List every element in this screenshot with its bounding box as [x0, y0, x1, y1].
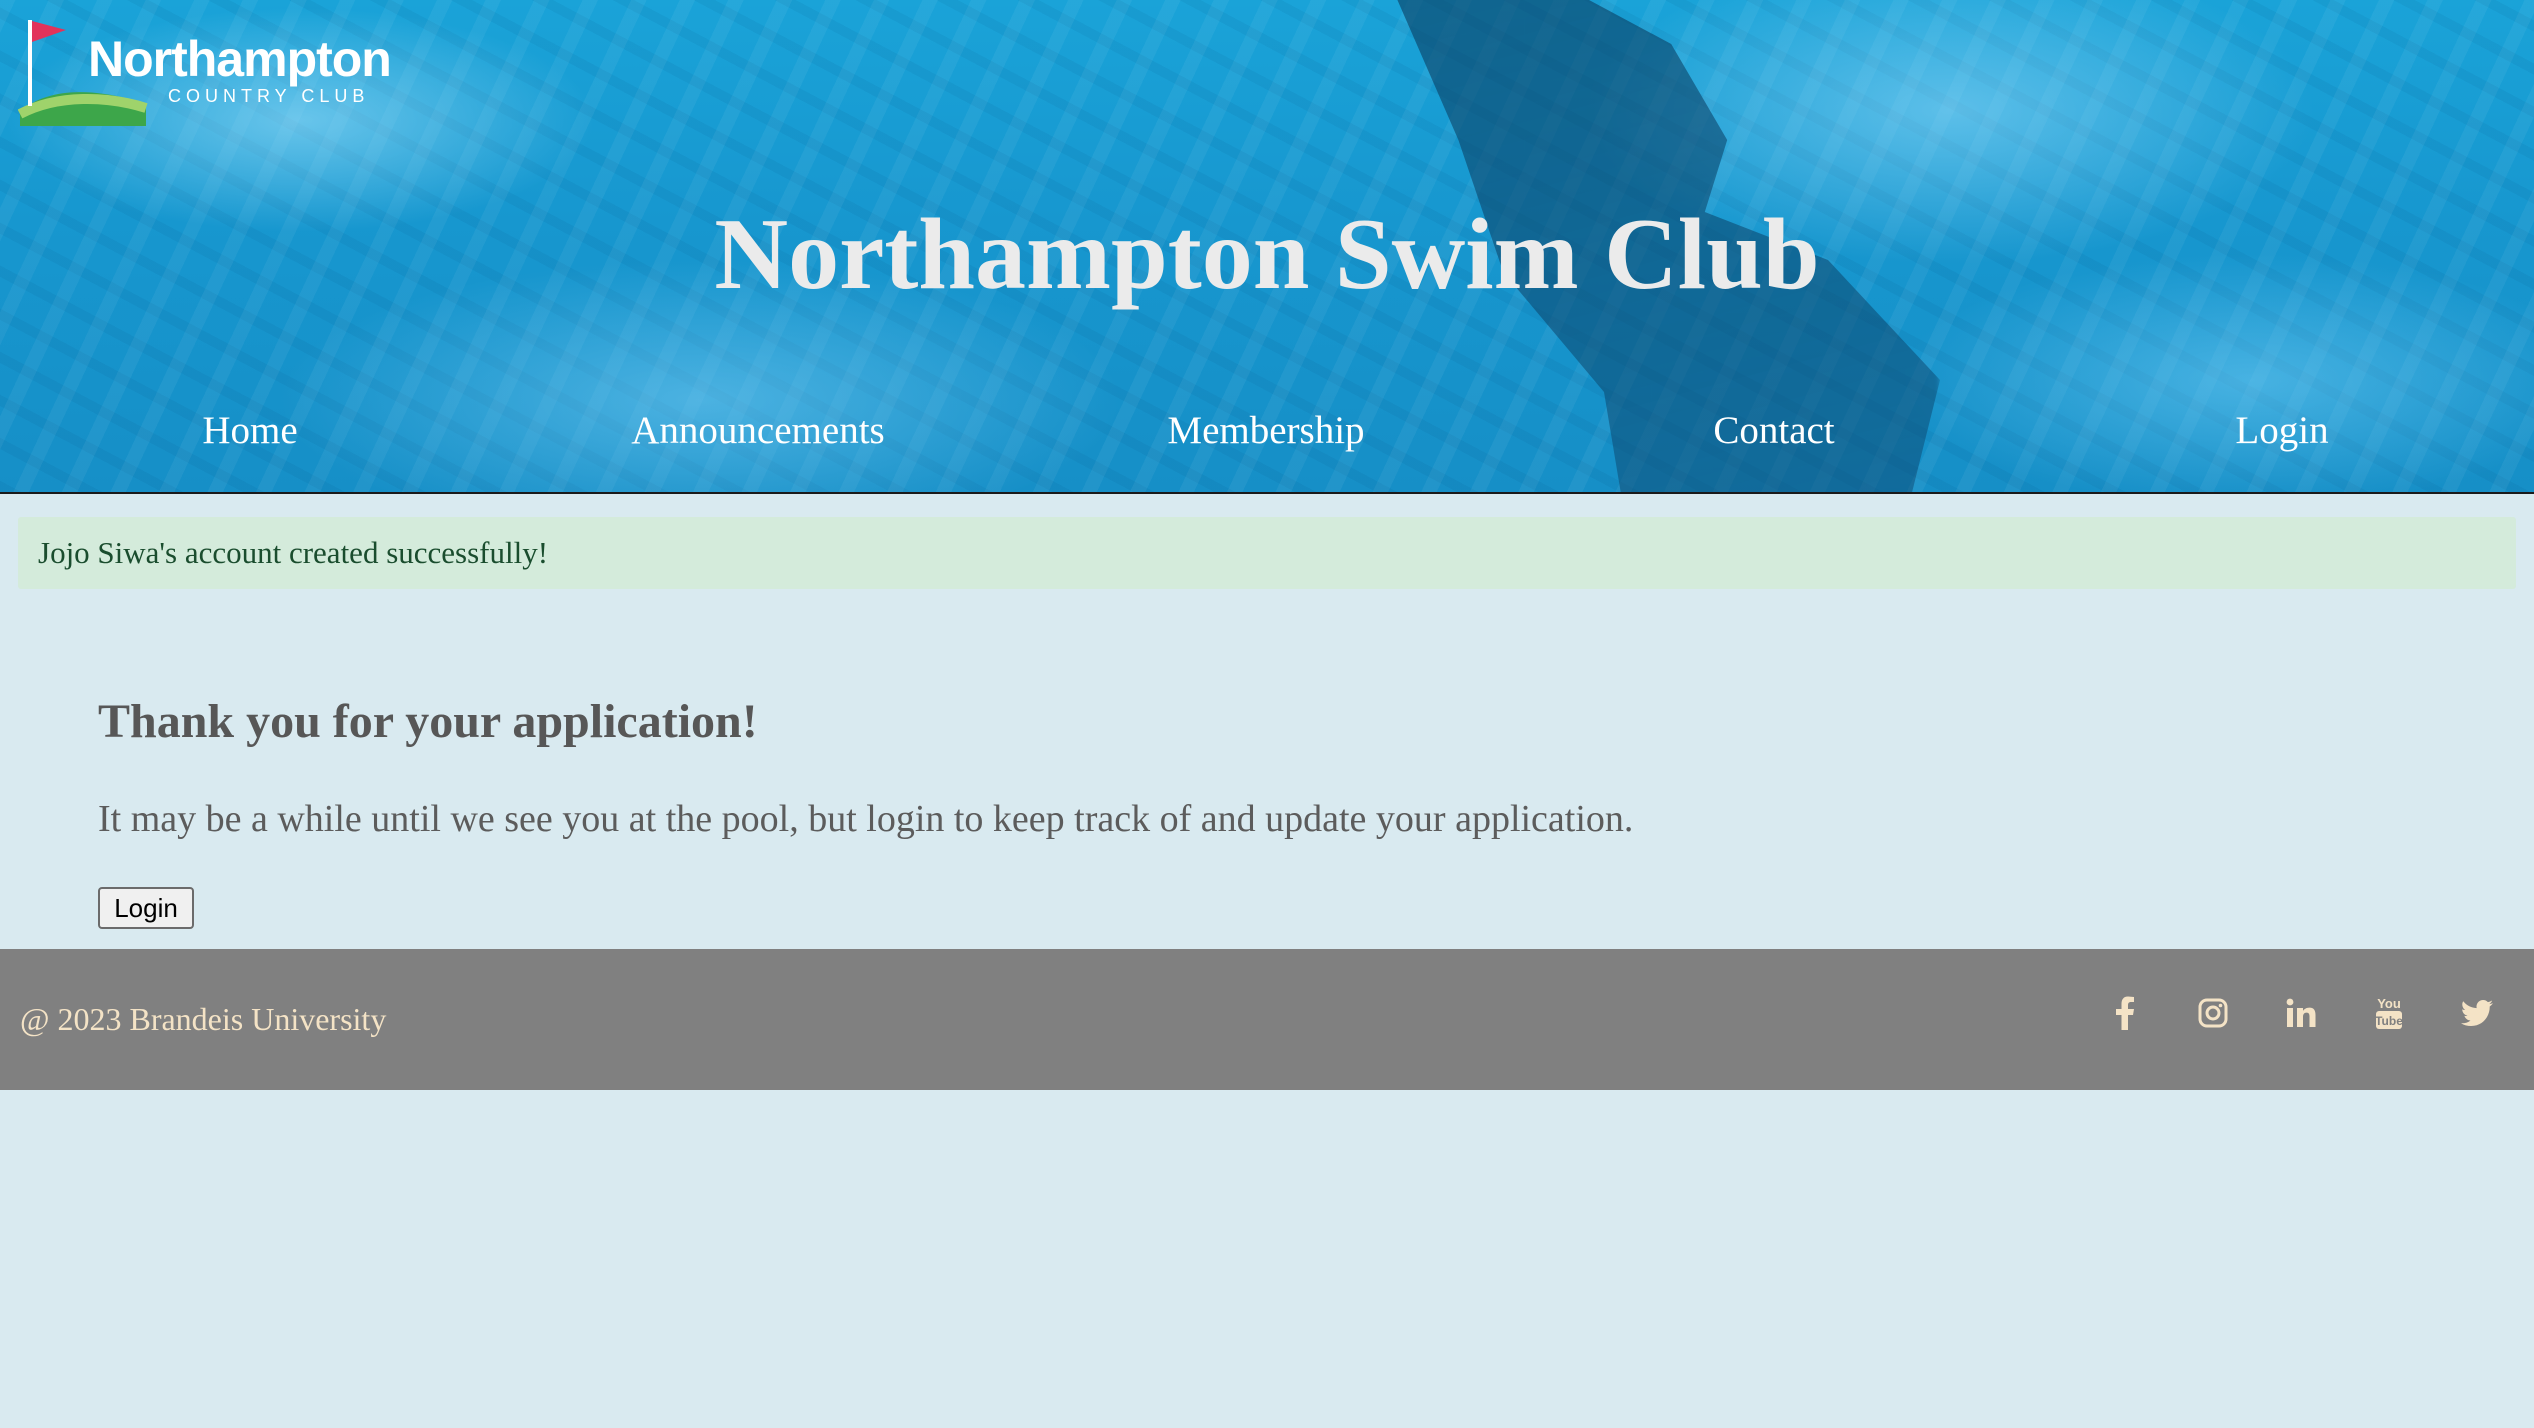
application-message: It may be a while until we see you at th… — [98, 798, 1634, 840]
logo-name: Northampton — [88, 31, 392, 87]
site-footer: @ 2023 Brandeis University You Tube — [0, 949, 2534, 1090]
instagram-icon[interactable] — [2187, 987, 2239, 1039]
page-heading: Thank you for your application! — [98, 695, 758, 748]
nav-login[interactable]: Login — [2032, 408, 2532, 453]
site-title: Northampton Swim Club — [714, 198, 1820, 311]
site-header: Northampton COUNTRY CLUB Northampton Swi… — [0, 0, 2534, 494]
club-logo[interactable]: Northampton COUNTRY CLUB — [18, 16, 408, 126]
youtube-icon[interactable]: You Tube — [2363, 987, 2415, 1039]
facebook-icon[interactable] — [2099, 987, 2151, 1039]
nav-home[interactable]: Home — [0, 408, 500, 453]
twitter-icon[interactable] — [2451, 987, 2503, 1039]
svg-text:Tube: Tube — [2375, 1014, 2403, 1028]
copyright-text: @ 2023 Brandeis University — [20, 1001, 387, 1037]
linkedin-icon[interactable] — [2275, 987, 2327, 1039]
login-button[interactable]: Login — [98, 887, 194, 929]
logo-tagline: COUNTRY CLUB — [168, 86, 370, 106]
nav-announcements[interactable]: Announcements — [508, 408, 1008, 453]
main-nav: Home Announcements Membership Contact Lo… — [0, 408, 2534, 468]
nav-contact[interactable]: Contact — [1524, 408, 2024, 453]
svg-text:You: You — [2377, 996, 2401, 1011]
success-alert: Jojo Siwa's account created successfully… — [18, 517, 2516, 589]
nav-membership[interactable]: Membership — [1016, 408, 1516, 453]
